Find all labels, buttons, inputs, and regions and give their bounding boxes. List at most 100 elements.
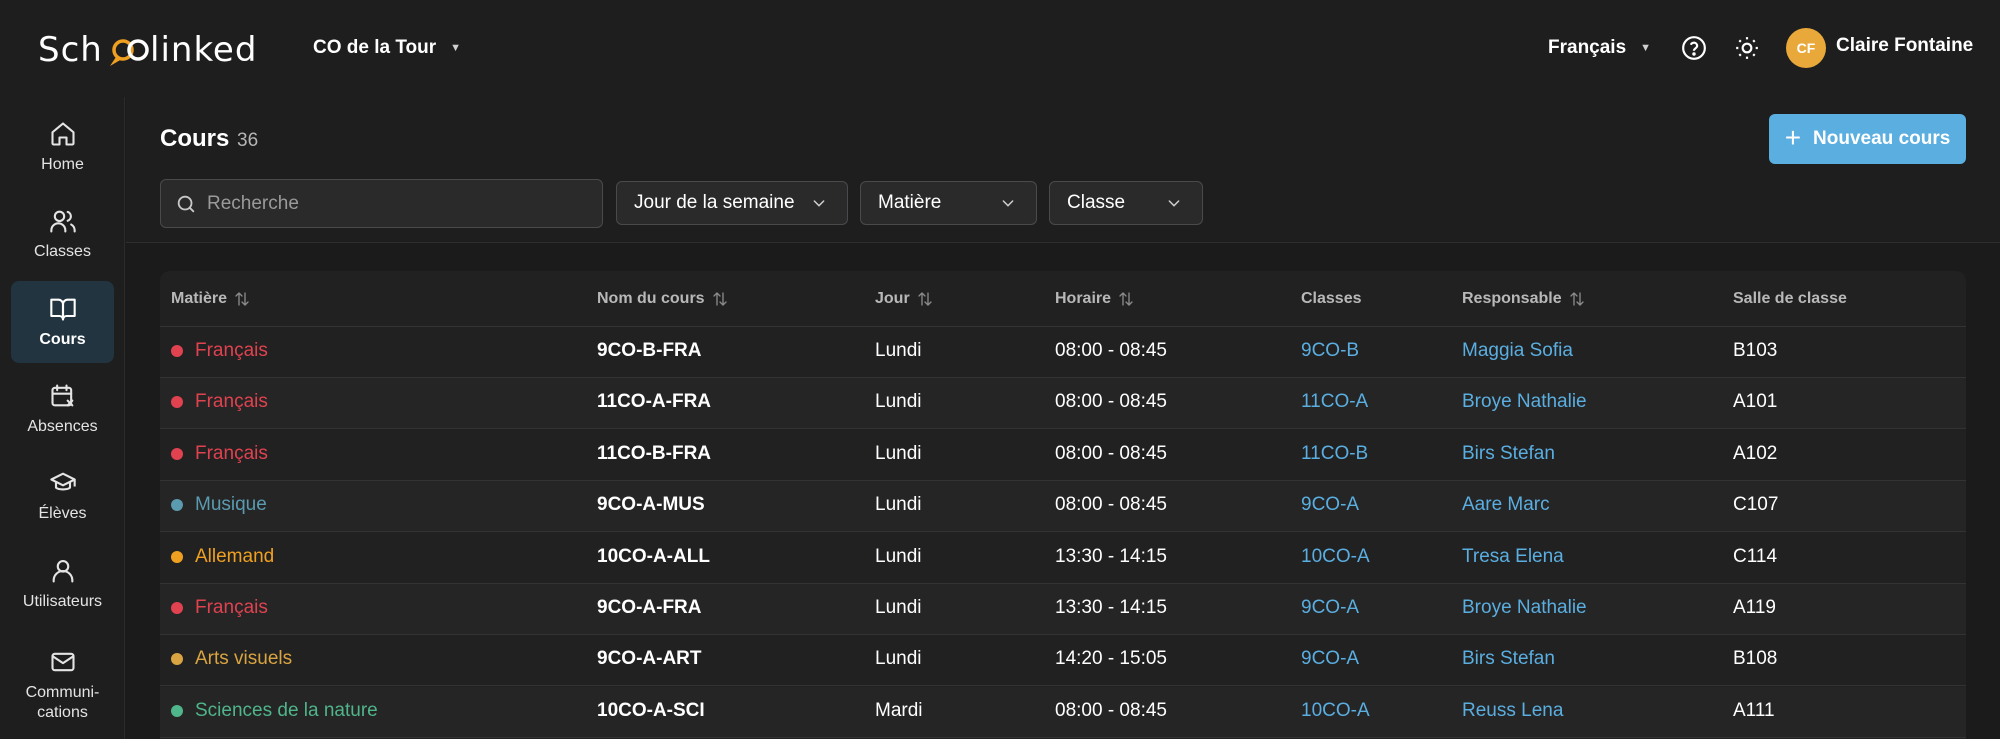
column-header-schedule[interactable]: Horaire xyxy=(1055,290,1135,308)
class-link[interactable]: 11CO-A xyxy=(1301,391,1368,413)
course-count: 36 xyxy=(237,130,259,151)
subject-cell: Français xyxy=(171,391,268,413)
top-bar: Sch linked CO de la Tour ▼ Français ▼ CF… xyxy=(0,0,2000,97)
search-input[interactable] xyxy=(207,192,587,215)
teacher-link[interactable]: Aare Marc xyxy=(1462,494,1550,516)
table-row[interactable]: Allemand 10CO-A-ALL Lundi 13:30 - 14:15 10CO… xyxy=(160,533,1966,584)
table-row[interactable]: Français 9CO-A-FRA Lundi 13:30 - 14:15 9CO-A… xyxy=(160,584,1966,635)
plus-icon: + xyxy=(1784,121,1802,153)
new-course-button[interactable]: + Nouveau cours xyxy=(1769,114,1966,164)
sidebar-item-home[interactable]: Home xyxy=(11,106,114,188)
sidebar-item-utilisateurs[interactable]: Utilisateurs xyxy=(11,543,114,625)
class-link[interactable]: 9CO-B xyxy=(1301,340,1359,362)
subject-color-dot xyxy=(171,447,183,460)
course-time: 08:00 - 08:45 xyxy=(1055,494,1167,516)
room: C107 xyxy=(1733,494,1779,516)
subject-color-dot xyxy=(171,704,183,717)
room: A101 xyxy=(1733,391,1778,413)
avatar[interactable]: CF xyxy=(1786,28,1826,68)
subject-name: Français xyxy=(195,391,268,413)
home-icon xyxy=(50,121,75,146)
sidebar-item-label: Classes xyxy=(34,242,91,260)
column-header-responsible[interactable]: Responsable xyxy=(1462,290,1586,308)
subject-filter[interactable]: Matière xyxy=(860,181,1037,225)
table-row[interactable]: Français 11CO-B-FRA Lundi 08:00 - 08:45 11CO… xyxy=(160,430,1966,481)
course-name: 9CO-B-FRA xyxy=(597,340,702,361)
theme-toggle-icon[interactable] xyxy=(1731,32,1763,64)
page-title: Cours xyxy=(160,125,230,152)
subject-color-dot xyxy=(171,396,183,409)
teacher-link[interactable]: Birs Stefan xyxy=(1462,443,1555,465)
sidebar-item-label: Élèves xyxy=(38,504,87,522)
class-link[interactable]: 9CO-A xyxy=(1301,494,1359,516)
column-label: Responsable xyxy=(1462,290,1562,307)
sidebar-item-eleves[interactable]: Élèves xyxy=(11,455,114,537)
subject-cell: Français xyxy=(171,340,268,362)
column-label: Salle de classe xyxy=(1733,290,1847,307)
class-link[interactable]: 11CO-B xyxy=(1301,443,1368,465)
column-header-classes: Classes xyxy=(1301,290,1362,308)
course-name: 9CO-A-FRA xyxy=(597,597,702,618)
course-time: 08:00 - 08:45 xyxy=(1055,699,1167,721)
class-filter[interactable]: Classe xyxy=(1049,181,1203,225)
table-row[interactable]: Musique 9CO-A-MUS Lundi 08:00 - 08:45 9CO-A A… xyxy=(160,481,1966,533)
course-name: 10CO-A-ALL xyxy=(597,545,710,567)
search-icon xyxy=(177,195,195,212)
room: A102 xyxy=(1733,442,1778,464)
course-day: Lundi xyxy=(875,648,922,670)
subject-name: Sciences de la nature xyxy=(195,699,378,721)
svg-text:linked: linked xyxy=(150,30,257,70)
sidebar-item-communications[interactable]: Communi- cations xyxy=(11,637,114,733)
table-row[interactable]: Français 11CO-A-FRA Lundi 08:00 - 08:45 11CO… xyxy=(160,378,1966,430)
room: B108 xyxy=(1733,648,1778,670)
room: C114 xyxy=(1733,545,1778,567)
subject-cell: Arts visuels xyxy=(171,648,292,670)
language-name: Français xyxy=(1548,37,1627,58)
course-name: 9CO-A-MUS xyxy=(597,494,705,516)
day-filter[interactable]: Jour de la semaine xyxy=(616,181,848,225)
help-icon[interactable] xyxy=(1678,32,1710,64)
teacher-link[interactable]: Broye Nathalie xyxy=(1462,597,1587,619)
room: A119 xyxy=(1733,597,1776,618)
course-time: 14:20 - 15:05 xyxy=(1055,648,1167,670)
class-link[interactable]: 10CO-A xyxy=(1301,700,1370,722)
subject-cell: Musique xyxy=(171,494,267,516)
teacher-link[interactable]: Broye Nathalie xyxy=(1462,391,1587,413)
sidebar-item-label: Communi- cations xyxy=(25,683,100,721)
sort-icon xyxy=(235,292,249,306)
column-label: Matière xyxy=(171,290,228,307)
teacher-link[interactable]: Reuss Lena xyxy=(1462,700,1563,722)
subject-name: Arts visuels xyxy=(195,648,293,670)
course-time: 08:00 - 08:45 xyxy=(1055,391,1167,413)
sidebar-item-classes[interactable]: Classes xyxy=(11,193,114,275)
school-name: CO de la Tour xyxy=(313,37,437,58)
book-icon xyxy=(49,298,76,321)
class-link[interactable]: 9CO-A xyxy=(1301,648,1359,670)
school-selector[interactable]: CO de la Tour ▼ xyxy=(313,33,461,63)
column-header-course-name[interactable]: Nom du cours xyxy=(597,290,729,308)
table-row[interactable]: Sciences de la nature 10CO-A-SCI Mardi 08:0… xyxy=(160,686,1966,738)
subject-cell: Français xyxy=(171,597,268,619)
table-header: Matière Nom du cours Jour Horaire Classe… xyxy=(160,271,1966,327)
teacher-link[interactable]: Birs Stefan xyxy=(1462,648,1555,670)
column-label: Nom du cours xyxy=(597,290,705,307)
class-link[interactable]: 10CO-A xyxy=(1301,546,1370,568)
subject-color-dot xyxy=(171,550,183,563)
column-header-subject[interactable]: Matière xyxy=(171,290,251,308)
graduation-cap-icon xyxy=(49,472,76,490)
class-link[interactable]: 9CO-A xyxy=(1301,597,1359,619)
sidebar-item-absences[interactable]: Absences xyxy=(11,368,114,450)
teacher-link[interactable]: Tresa Elena xyxy=(1462,546,1564,568)
language-selector[interactable]: Français ▼ xyxy=(1548,33,1651,63)
chevron-down-icon xyxy=(813,200,825,207)
caret-down-icon: ▼ xyxy=(450,42,462,54)
courses-table: Matière Nom du cours Jour Horaire Classe… xyxy=(160,271,1966,739)
user-name[interactable]: Claire Fontaine xyxy=(1836,35,1973,57)
search-box[interactable] xyxy=(160,179,603,228)
table-row[interactable]: Arts visuels 9CO-A-ART Lundi 14:20 - 15:05 9… xyxy=(160,635,1966,687)
sidebar-item-cours[interactable]: Cours xyxy=(11,281,114,363)
column-header-day[interactable]: Jour xyxy=(875,290,934,308)
schoolinked-logo[interactable]: Sch linked xyxy=(38,28,260,76)
teacher-link[interactable]: Maggia Sofia xyxy=(1462,340,1573,362)
table-row[interactable]: Français 9CO-B-FRA Lundi 08:00 - 08:45 9CO-B… xyxy=(160,327,1966,378)
